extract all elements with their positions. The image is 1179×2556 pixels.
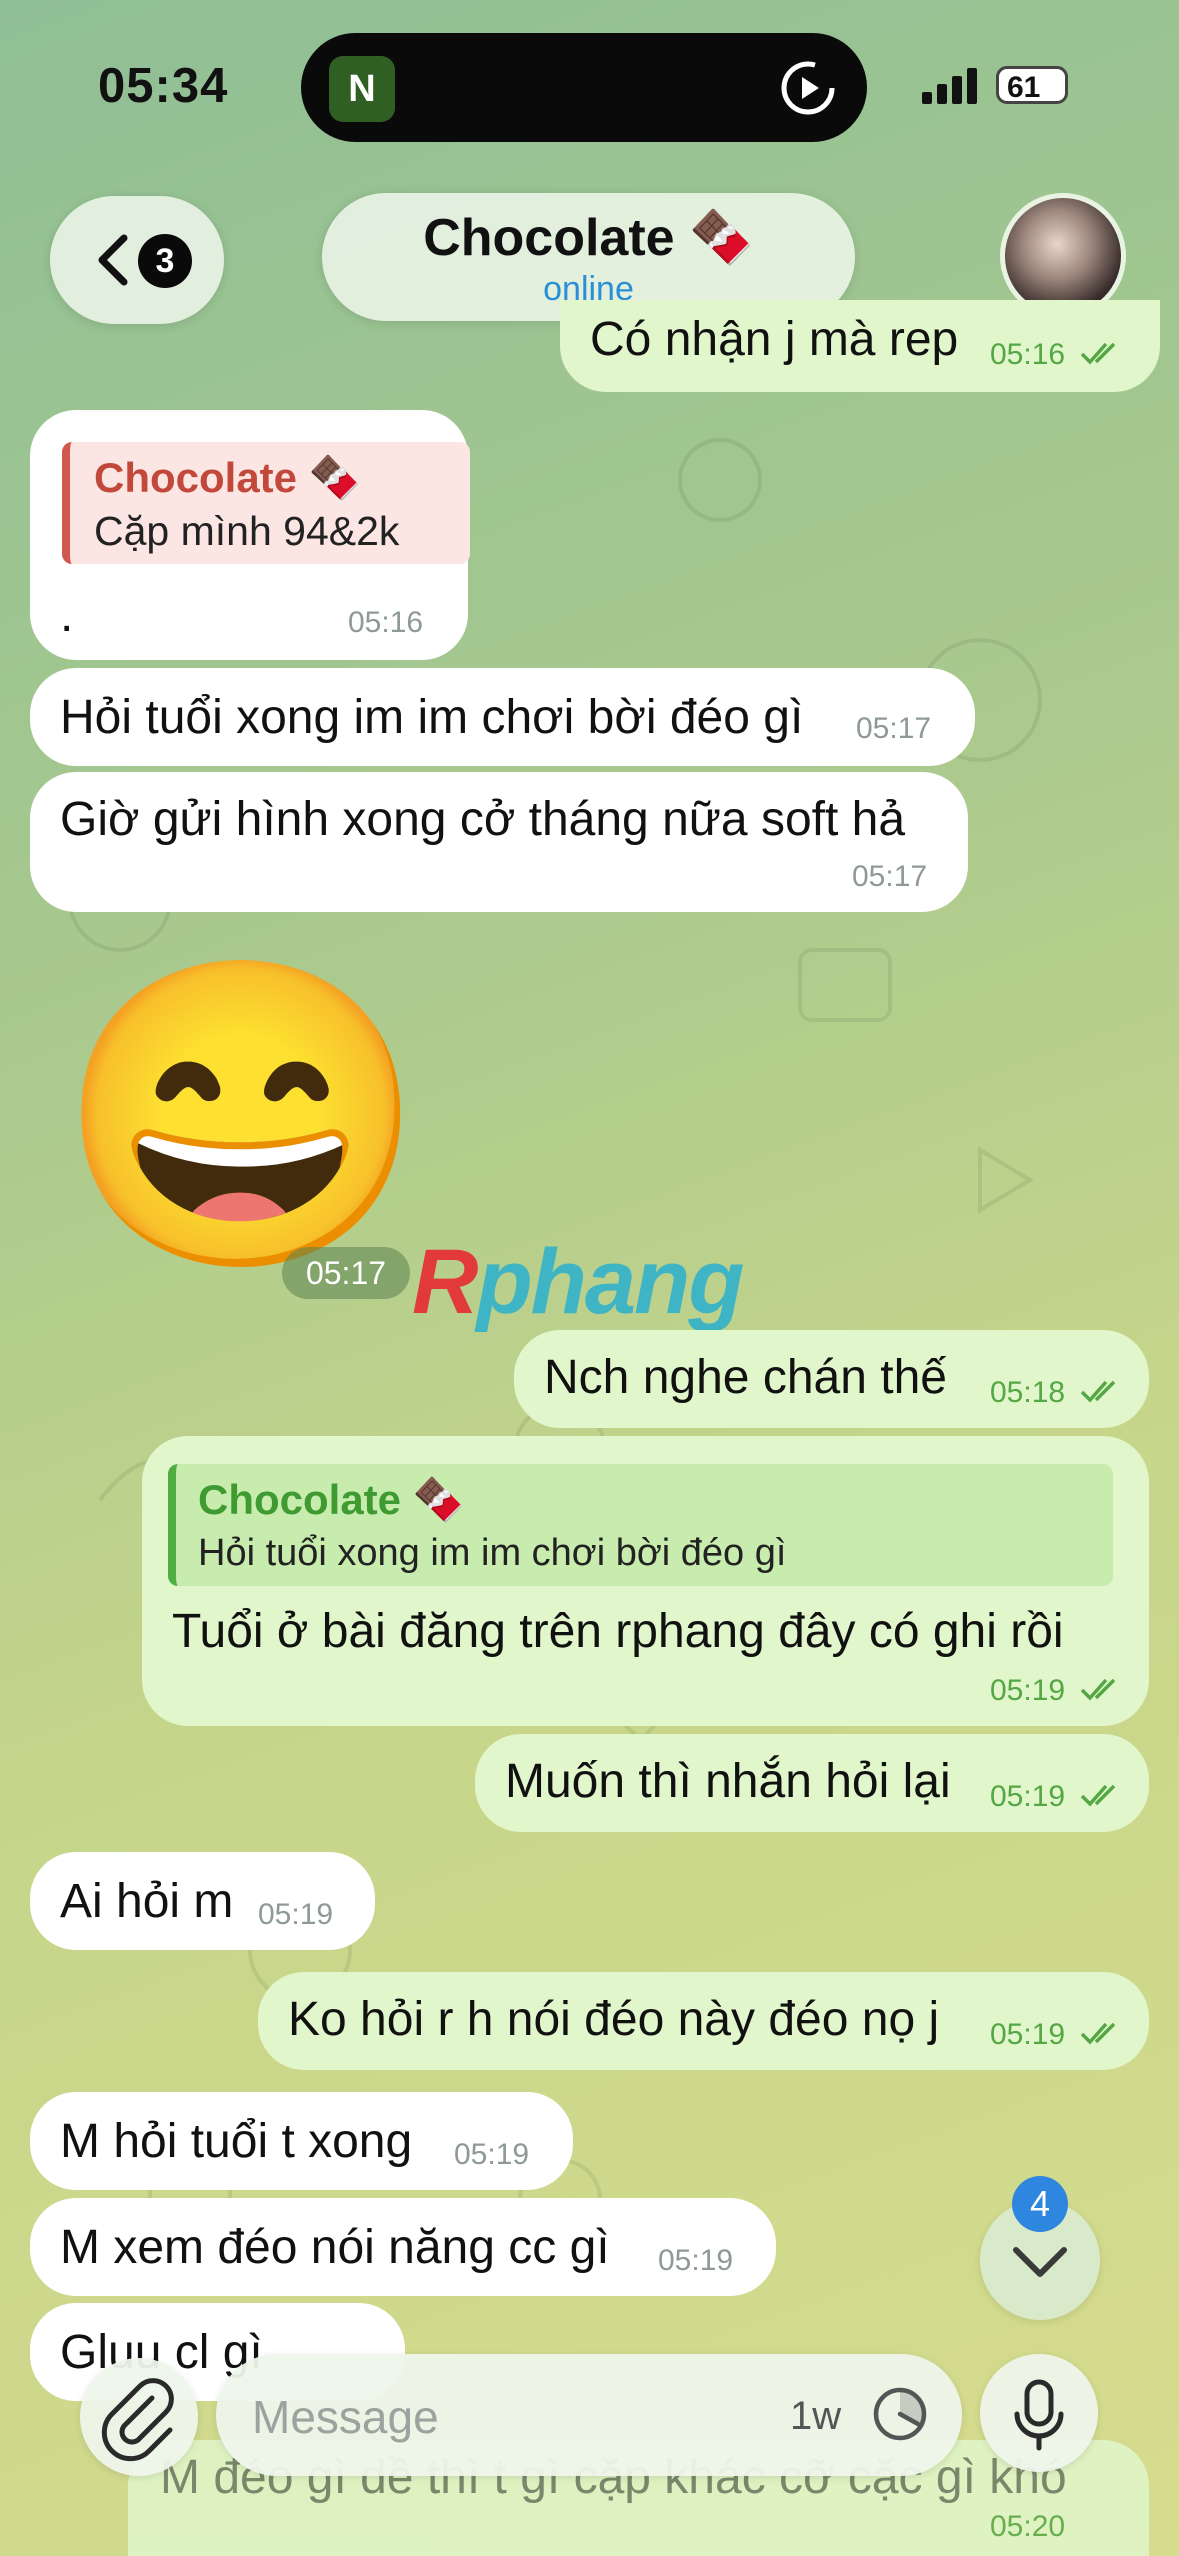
reply-text: Hỏi tuổi xong im im chơi bời đéo gì xyxy=(198,1532,787,1574)
new-messages-badge: 4 xyxy=(1012,2176,1068,2232)
voice-record-button[interactable] xyxy=(980,2354,1098,2472)
message-time: 05:17 xyxy=(856,712,932,745)
message-time: 05:19 xyxy=(658,2244,734,2277)
self-destruct-timer-label: 1w xyxy=(790,2394,842,2438)
message-incoming[interactable]: Ai hỏi m 05:19 xyxy=(30,1852,375,1950)
message-outgoing[interactable]: Nch nghe chán thế 05:18 xyxy=(514,1330,1149,1428)
read-check-icon xyxy=(1080,2022,1116,2045)
back-button[interactable]: 3 xyxy=(50,196,224,324)
reply-text: Cặp mình 94&2k xyxy=(94,508,400,554)
message-incoming[interactable]: Giờ gửi hình xong cở tháng nữa soft hả 0… xyxy=(30,772,968,912)
battery-level: 61 xyxy=(1007,71,1041,104)
read-check-icon xyxy=(1080,342,1116,365)
read-check-icon xyxy=(1080,1380,1116,1403)
message-time: 05:19 xyxy=(990,1780,1066,1813)
message-outgoing[interactable]: Ko hỏi r h nói đéo này đéo nọ j 05:19 xyxy=(258,1972,1149,2070)
microphone-icon xyxy=(1014,2379,1064,2451)
message-text: Nch nghe chán thế xyxy=(544,1351,947,1404)
reply-quote[interactable]: Chocolate 🍫 Hỏi tuổi xong im im chơi bời… xyxy=(168,1464,1113,1586)
message-incoming[interactable]: Chocolate 🍫 Cặp mình 94&2k . 05:16 xyxy=(30,410,470,660)
signal-icon xyxy=(922,68,977,104)
message-time: 05:19 xyxy=(454,2138,530,2171)
message-text: Muốn thì nhắn hỏi lại xyxy=(505,1755,951,1808)
message-text: . xyxy=(60,589,74,642)
dynamic-island[interactable]: N xyxy=(301,33,867,142)
message-time: 05:16 xyxy=(990,338,1066,371)
reply-quote[interactable]: Chocolate 🍫 Cặp mình 94&2k xyxy=(62,442,470,564)
message-incoming[interactable]: M hỏi tuổi t xong 05:19 xyxy=(30,2092,573,2190)
sticker-emoji: 😄 xyxy=(55,947,429,1283)
sticker-time: 05:17 xyxy=(282,1247,410,1299)
read-check-icon xyxy=(1080,1678,1116,1701)
message-outgoing[interactable]: Có nhận j mà rep 05:16 xyxy=(560,300,1160,392)
reply-author: Chocolate 🍫 xyxy=(198,1476,465,1523)
message-time: 05:16 xyxy=(348,606,424,639)
message-text: M xem đéo nói năng cc gì xyxy=(60,2221,610,2274)
watermark-logo: Rphang xyxy=(412,1231,744,1333)
battery-icon: 61 xyxy=(996,66,1068,104)
chevron-left-icon xyxy=(98,234,128,286)
message-text: Tuổi ở bài đăng trên rphang đây có ghi r… xyxy=(172,1605,1064,1658)
message-placeholder: Message xyxy=(252,2391,439,2443)
message-text: Hỏi tuổi xong im im chơi bời đéo gì xyxy=(60,691,804,744)
message-time: 05:19 xyxy=(990,1674,1066,1707)
play-icon xyxy=(781,61,835,115)
message-text: Có nhận j mà rep xyxy=(590,313,959,366)
message-text: Ai hỏi m xyxy=(60,1875,234,1928)
message-input[interactable]: Message 1w xyxy=(216,2354,962,2476)
sticker-message[interactable]: 😄 xyxy=(55,950,429,1280)
message-text: Giờ gửi hình xong cở tháng nữa soft hả xyxy=(60,793,906,846)
chat-title: Chocolate 🍫 xyxy=(423,209,754,267)
message-time: 05:20 xyxy=(990,2510,1066,2543)
message-text: Ko hỏi r h nói đéo này đéo nọ j xyxy=(288,1993,940,2046)
status-time: 05:34 xyxy=(98,59,229,113)
message-time: 05:18 xyxy=(990,1376,1066,1409)
message-incoming[interactable]: M xem đéo nói năng cc gì 05:19 xyxy=(30,2198,776,2296)
attach-button[interactable] xyxy=(80,2358,198,2476)
message-incoming[interactable]: Hỏi tuổi xong im im chơi bời đéo gì 05:1… xyxy=(30,668,975,766)
message-outgoing[interactable]: Chocolate 🍫 Hỏi tuổi xong im im chơi bời… xyxy=(142,1436,1149,1726)
app-activity-icon: N xyxy=(329,56,395,122)
read-check-icon xyxy=(1080,1784,1116,1807)
message-time: 05:19 xyxy=(990,2018,1066,2051)
message-time: 05:19 xyxy=(258,1898,334,1931)
reply-author: Chocolate 🍫 xyxy=(94,454,361,501)
unread-count-badge: 3 xyxy=(138,234,192,288)
message-outgoing[interactable]: Muốn thì nhắn hỏi lại 05:19 xyxy=(475,1734,1149,1832)
message-time: 05:17 xyxy=(852,860,928,893)
timer-icon[interactable] xyxy=(870,2384,930,2444)
paperclip-icon xyxy=(101,2378,174,2462)
message-text: M hỏi tuổi t xong xyxy=(60,2115,413,2168)
